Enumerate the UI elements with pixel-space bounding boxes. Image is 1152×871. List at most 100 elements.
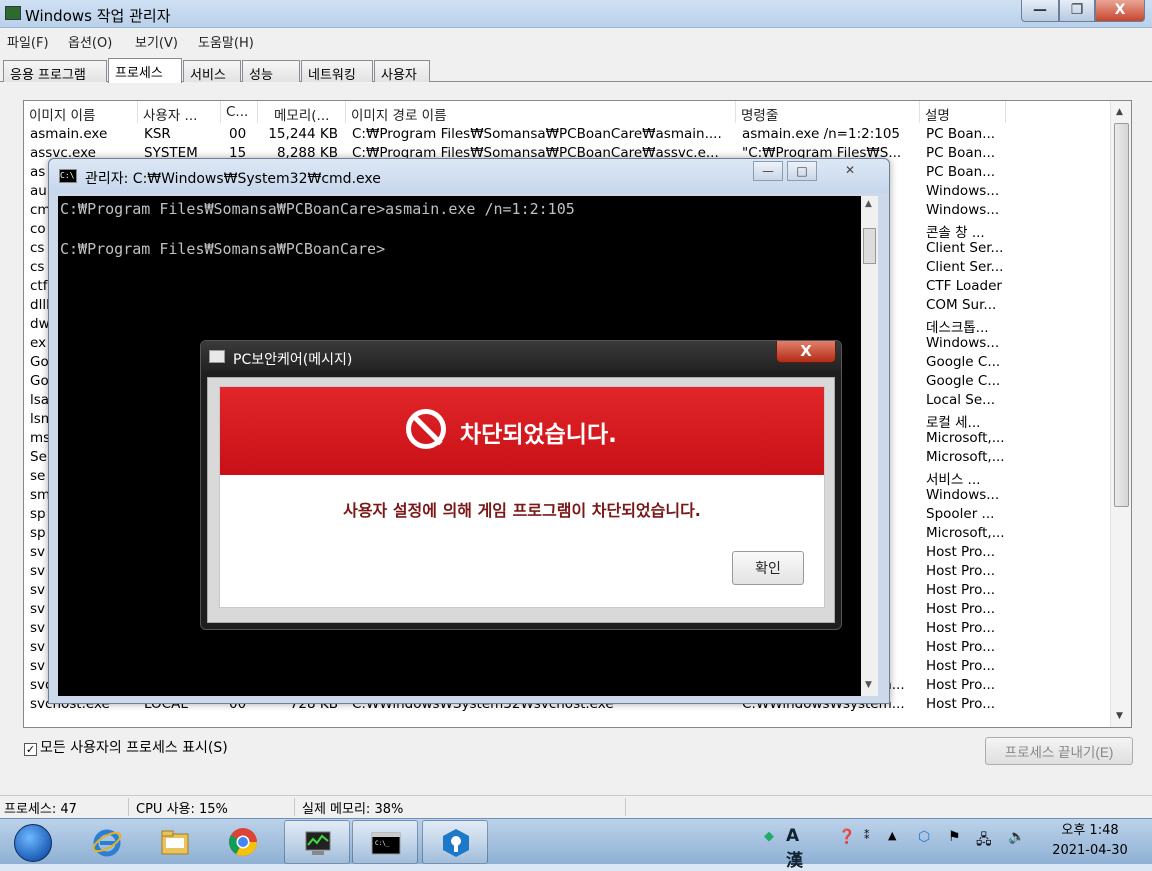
tab-services[interactable]: 서비스 <box>183 60 241 83</box>
minimize-button[interactable]: — <box>1021 0 1059 22</box>
tab-processes[interactable]: 프로세스 <box>108 58 182 83</box>
show-all-label: 모든 사용자의 프로세스 표시(S) <box>40 740 228 756</box>
tab-users[interactable]: 사용자 <box>374 60 430 83</box>
maximize-button[interactable]: ❐ <box>1059 0 1095 22</box>
cell-description: Microsoft,... <box>926 525 1005 541</box>
cell-description: COM Sur... <box>926 297 997 313</box>
cell-description: Google C... <box>926 354 1001 370</box>
column-description[interactable]: 설명 <box>920 101 1006 123</box>
cell-description: Windows... <box>926 202 1000 218</box>
cmd-icon: C:\_ <box>371 832 401 855</box>
end-process-button[interactable]: 프로세스 끝내기(E) <box>985 737 1133 765</box>
taskmgr-icon <box>5 6 21 20</box>
volume-icon[interactable]: 🔈 <box>1008 829 1025 845</box>
close-button[interactable]: X <box>1095 0 1145 22</box>
cell-description: 데스크톱... <box>926 320 989 336</box>
taskbar-explorer[interactable] <box>142 820 208 864</box>
taskbar-taskmgr[interactable] <box>284 820 350 864</box>
cell-description: Client Ser... <box>926 240 1004 256</box>
ime-indicator[interactable]: A漢 <box>786 826 803 871</box>
svg-text:C:\_: C:\_ <box>375 840 390 847</box>
cell-description: Host Pro... <box>926 563 996 579</box>
tab-strip: 응용 프로그램 프로세스 서비스 성능 네트워킹 사용자 <box>0 58 1152 83</box>
cell-image-path: C:₩Program Files₩Somansa₩PCBoanCare₩asma… <box>352 126 722 142</box>
internet-explorer-icon <box>92 829 122 857</box>
cell-description: Host Pro... <box>926 601 996 617</box>
status-memory: 실제 메모리: 38% <box>302 802 404 817</box>
scroll-up-icon[interactable]: ▲ <box>865 199 872 209</box>
scroll-thumb[interactable] <box>1114 123 1129 507</box>
action-center-flag-icon[interactable]: ⚑ <box>948 829 961 845</box>
status-divider <box>128 798 129 816</box>
taskbar-cmd[interactable]: C:\_ <box>352 820 418 864</box>
window-title: Windows 작업 관리자 <box>25 7 171 25</box>
prohibited-icon <box>406 409 446 449</box>
show-hidden-icons-icon[interactable]: ▲ <box>888 829 896 842</box>
cell-description: Host Pro... <box>926 639 996 655</box>
cell-description: Host Pro... <box>926 620 996 636</box>
show-all-users-checkbox[interactable]: ✓ 모든 사용자의 프로세스 표시(S) <box>24 737 228 757</box>
cell-memory: 15,244 KB <box>268 126 338 142</box>
menu-view[interactable]: 보기(V) <box>135 32 178 51</box>
cell-cpu: 00 <box>229 126 247 142</box>
dialog-content: 차단되었습니다. 사용자 설정에 의해 게임 프로그램이 차단되었습니다. 확인 <box>219 386 825 608</box>
cell-description: 콘솔 창 ... <box>926 225 985 241</box>
cell-description: Spooler ... <box>926 506 995 522</box>
column-image-path[interactable]: 이미지 경로 이름 <box>346 101 736 123</box>
tab-networking[interactable]: 네트워킹 <box>301 60 373 83</box>
cell-command-line: asmain.exe /n=1:2:105 <box>742 126 901 142</box>
cmd-close-button[interactable]: ✕ <box>821 161 879 181</box>
chrome-icon <box>229 828 257 856</box>
status-bar: 프로세스: 47 CPU 사용: 15% 실제 메모리: 38% <box>0 795 1152 817</box>
blocked-banner: 차단되었습니다. <box>220 387 824 475</box>
dialog-close-button[interactable]: X <box>776 341 836 363</box>
ok-button[interactable]: 확인 <box>732 551 804 585</box>
tray-options-icon[interactable]: ⁑ <box>864 829 870 842</box>
pcboancare-tray-icon[interactable]: ⬡ <box>918 829 930 845</box>
console-scroll-thumb[interactable] <box>863 228 876 264</box>
console-scrollbar[interactable]: ▲ ▼ <box>861 196 878 696</box>
clock-time: 오후 1:48 <box>1061 823 1119 838</box>
column-user[interactable]: 사용자 ... <box>138 101 221 123</box>
column-cpu[interactable]: C... <box>221 101 258 123</box>
network-icon[interactable]: 🖧 <box>976 829 992 853</box>
cmd-title-bar[interactable]: C:\ 관리자: C:₩Windows₩System32₩cmd.exe — □… <box>49 159 889 193</box>
column-memory[interactable]: 메모리(... <box>258 101 346 123</box>
scroll-down-icon[interactable]: ▼ <box>865 680 872 690</box>
clock-date: 2021-04-30 <box>1052 843 1128 858</box>
tab-performance[interactable]: 성능 <box>242 60 300 83</box>
taskbar-ie[interactable] <box>74 820 140 864</box>
menu-file[interactable]: 파일(F) <box>7 32 49 51</box>
tray-security-icon[interactable]: ◆ <box>764 829 774 844</box>
cell-description: Host Pro... <box>926 696 996 712</box>
pcboancare-icon <box>443 829 469 857</box>
clock[interactable]: 오후 1:48 2021-04-30 <box>1040 821 1140 861</box>
column-command-line[interactable]: 명령줄 <box>736 101 920 123</box>
scroll-up-icon[interactable]: ▲ <box>1116 107 1123 117</box>
checkbox-check[interactable]: ✓ <box>24 743 37 756</box>
tab-applications[interactable]: 응용 프로그램 <box>3 60 107 83</box>
cmd-minimize-button[interactable]: — <box>753 161 783 181</box>
cell-description: Host Pro... <box>926 658 996 674</box>
taskbar-pcboancare[interactable] <box>422 820 488 864</box>
blocked-message: 사용자 설정에 의해 게임 프로그램이 차단되었습니다. <box>343 501 701 520</box>
cell-description: 서비스 ... <box>926 472 981 488</box>
title-bar[interactable]: Windows 작업 관리자 — ❐ X <box>0 0 1152 28</box>
menu-help[interactable]: 도움말(H) <box>198 32 254 51</box>
taskmgr-icon <box>305 831 331 855</box>
cmd-maximize-button[interactable]: □ <box>787 161 817 181</box>
help-icon[interactable]: ❓ <box>838 829 855 845</box>
cell-user: KSR <box>144 126 171 142</box>
windows-logo-icon <box>14 824 52 862</box>
cell-description: PC Boan... <box>926 164 996 180</box>
scroll-down-icon[interactable]: ▼ <box>1116 711 1123 721</box>
cell-description: Microsoft,... <box>926 449 1005 465</box>
process-list-scrollbar[interactable]: ▲ ▼ <box>1110 101 1131 727</box>
table-row[interactable]: asmain.exe KSR 00 15,244 KB C:₩Program Files… <box>24 125 1114 144</box>
console-line: C:₩Program Files₩Somansa₩PCBoanCare> <box>60 240 386 258</box>
menu-options[interactable]: 옵션(O) <box>68 32 112 51</box>
start-button[interactable] <box>4 820 56 864</box>
dialog-title-bar[interactable]: PC보안케어(메시지) X <box>201 341 841 371</box>
column-image-name[interactable]: 이미지 이름 <box>24 101 138 123</box>
taskbar-chrome[interactable] <box>210 820 276 864</box>
